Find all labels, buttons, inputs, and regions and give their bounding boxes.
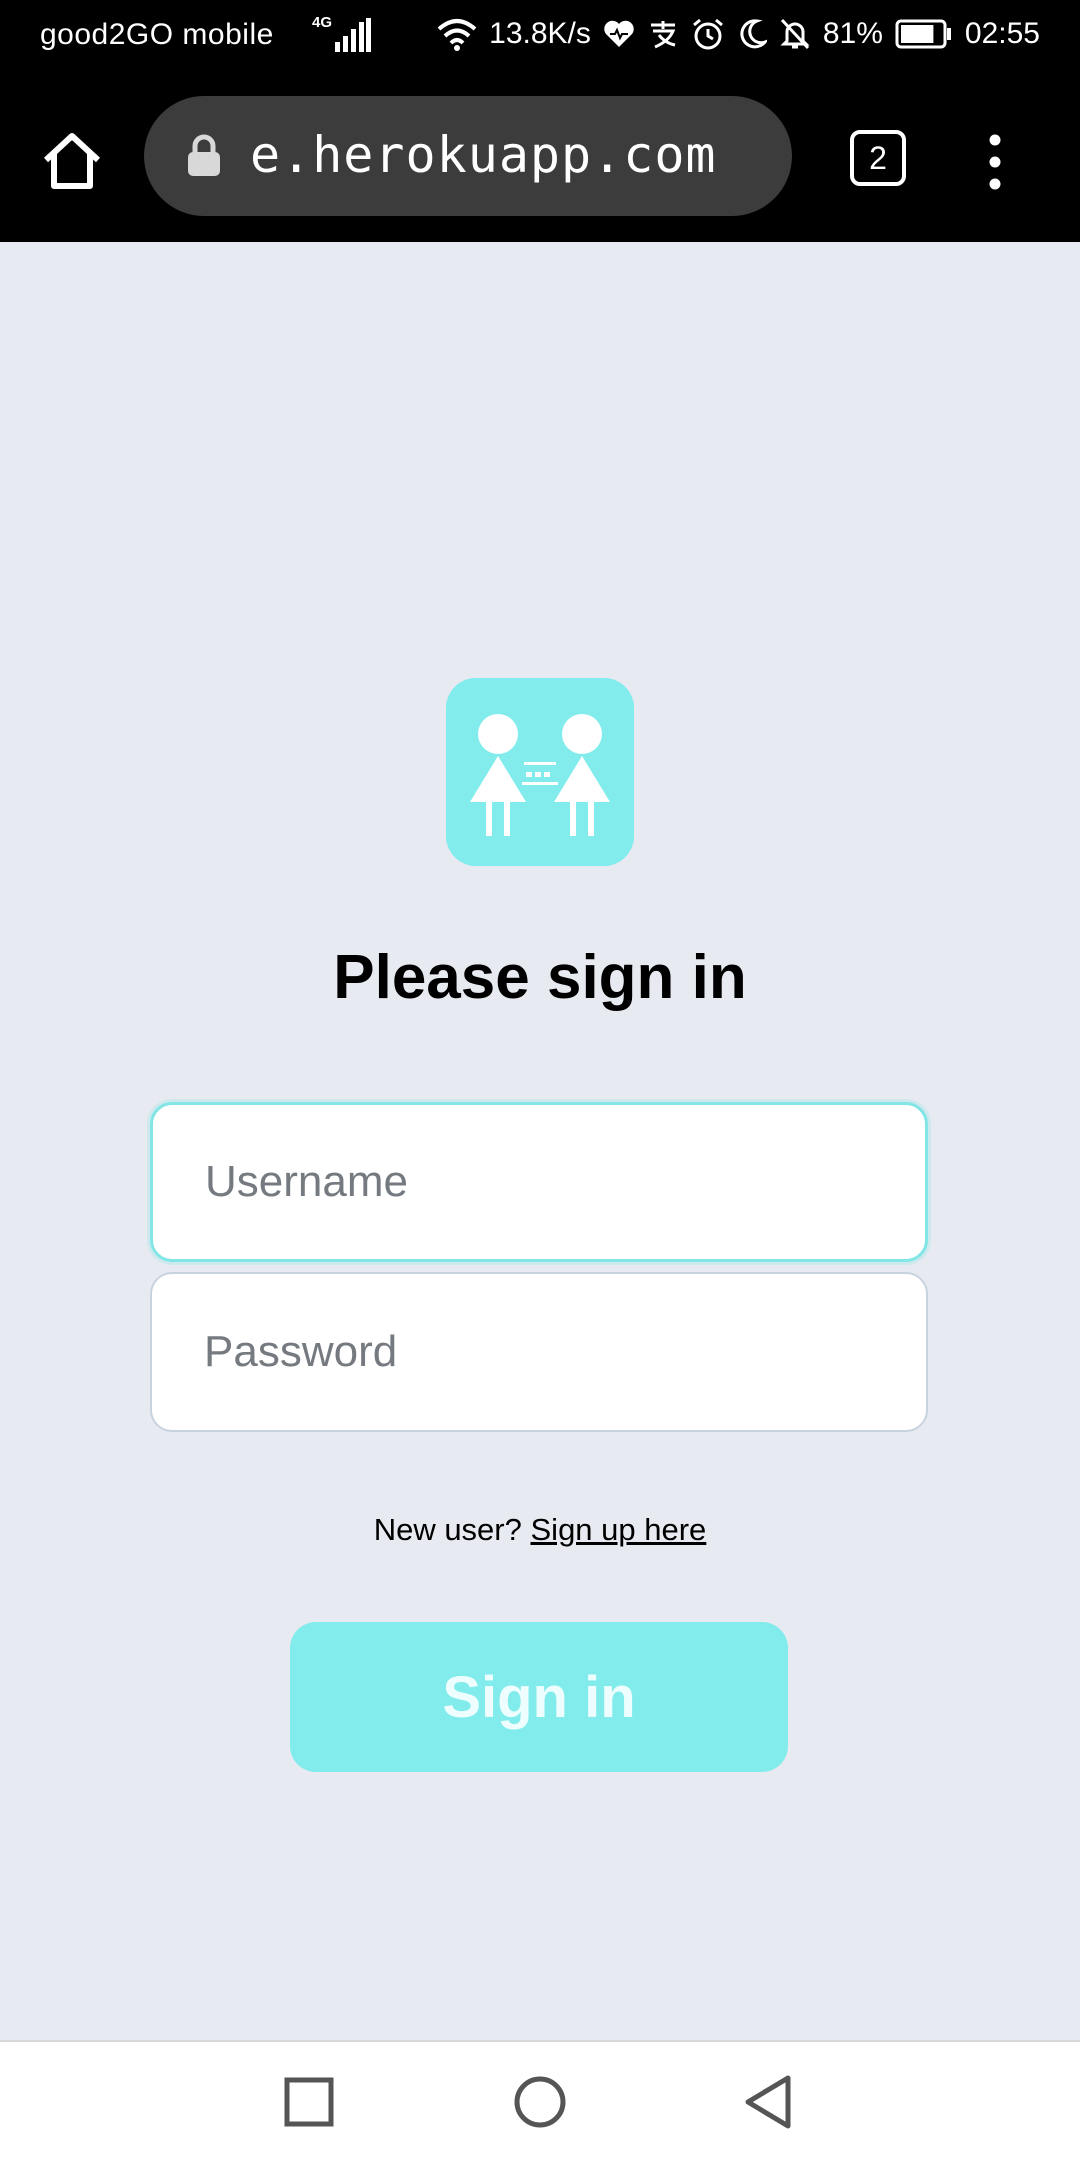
password-field-container [150, 1272, 928, 1432]
username-input[interactable] [153, 1105, 925, 1259]
home-icon[interactable] [36, 124, 108, 196]
network-speed: 13.8K/s [489, 17, 591, 50]
clock: 02:55 [964, 17, 1040, 50]
wifi-icon [437, 14, 477, 54]
back-icon[interactable] [740, 2072, 800, 2132]
alarm-icon [691, 14, 725, 54]
health-icon [603, 14, 635, 54]
alipay-icon [647, 14, 679, 54]
signal-icon [335, 18, 371, 60]
sign-in-button[interactable]: Sign in [290, 1622, 788, 1772]
signup-prompt: New user? Sign up here [0, 1512, 1080, 1548]
tab-switcher-button[interactable]: 2 [850, 130, 906, 186]
more-options-icon[interactable] [980, 132, 1010, 192]
battery-percent: 81% [822, 17, 883, 50]
recent-apps-icon[interactable] [279, 2072, 339, 2132]
network-generation: 4G [312, 14, 333, 31]
status-bar: good2GO mobile 4G 13.8K/s 81% 02:55 [0, 0, 1080, 72]
home-nav-icon[interactable] [510, 2072, 570, 2132]
password-input[interactable] [152, 1274, 926, 1430]
url-text: e.herokuapp.com [250, 126, 717, 184]
page-title: Please sign in [333, 943, 747, 1012]
page-content: Please sign in New user? Sign up here Si… [0, 242, 1080, 2040]
notifications-off-icon [779, 14, 811, 54]
battery-icon [895, 14, 953, 54]
app-logo [446, 678, 634, 866]
carrier-name: good2GO mobile [40, 18, 274, 51]
signup-link[interactable]: Sign up here [531, 1512, 707, 1547]
new-user-text: New user? [373, 1512, 522, 1547]
lock-icon [186, 134, 222, 183]
address-bar[interactable]: e.herokuapp.com [144, 96, 792, 216]
system-navigation-bar [0, 2040, 1080, 2162]
username-field-container [150, 1102, 928, 1262]
browser-toolbar: e.herokuapp.com 2 [0, 72, 1080, 242]
do-not-disturb-icon [737, 14, 767, 54]
